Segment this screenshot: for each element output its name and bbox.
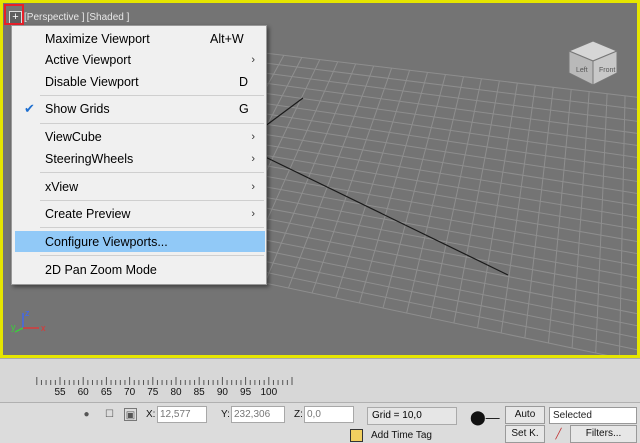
z-coord-field[interactable]: 0,0 xyxy=(304,406,354,423)
timeline-tick-label: 90 xyxy=(216,387,228,398)
grid-line xyxy=(524,87,554,339)
viewport-context-menu: Maximize Viewport Alt+W Active Viewport … xyxy=(11,25,267,285)
menu-item-configure-viewports[interactable]: Configure Viewports... xyxy=(15,231,265,252)
menu-separator xyxy=(40,95,264,96)
menu-item-label: SteeringWheels xyxy=(45,151,134,166)
timeline-tick-label: 55 xyxy=(54,387,66,398)
menu-separator xyxy=(40,172,264,173)
menu-item-disable-viewport[interactable]: Disable Viewport D xyxy=(15,71,265,92)
timeline-tick-label: 85 xyxy=(193,387,205,398)
set-key-button[interactable]: Set K. xyxy=(505,425,545,443)
status-bar: ● ☐ ▣ X: 12,577 Y: 232,306 Z: 0,0 Grid =… xyxy=(0,402,640,443)
menu-item-label: 2D Pan Zoom Mode xyxy=(45,262,157,277)
menu-separator xyxy=(40,255,264,256)
menu-item-label: Configure Viewports... xyxy=(45,234,168,249)
grid-line xyxy=(547,89,572,344)
menu-item-steeringwheels[interactable]: SteeringWheels › xyxy=(15,148,265,169)
grid-line xyxy=(500,85,536,334)
key-icon[interactable]: ⬤― xyxy=(470,410,500,424)
filters-button[interactable]: Filters... xyxy=(570,425,637,443)
viewcube-front-label: Front xyxy=(599,67,615,74)
menu-item-shortcut: D xyxy=(239,74,249,89)
menu-item-viewcube[interactable]: ViewCube › xyxy=(15,126,265,147)
grid-spacing-readout: Grid = 10,0 xyxy=(367,407,457,425)
submenu-arrow-icon: › xyxy=(251,152,255,165)
viewport-point-of-view-label[interactable]: [Perspective ] xyxy=(24,12,85,23)
menu-separator xyxy=(40,200,264,201)
viewcube-icon[interactable]: Left Front xyxy=(563,39,623,89)
menu-item-2d-pan-zoom-mode[interactable]: 2D Pan Zoom Mode xyxy=(15,259,265,280)
add-time-tag-button[interactable]: Add Time Tag xyxy=(367,427,457,443)
menu-item-label: ViewCube xyxy=(45,129,102,144)
timeline-tick-label: 80 xyxy=(170,387,182,398)
grid-line xyxy=(429,78,482,319)
timeline-tick-label: 60 xyxy=(77,387,89,398)
menu-item-maximize-viewport[interactable]: Maximize Viewport Alt+W xyxy=(15,28,265,49)
y-coord-label: Y: xyxy=(221,409,230,420)
submenu-arrow-icon: › xyxy=(251,53,255,66)
y-coord-field[interactable]: 232,306 xyxy=(231,406,285,423)
timeline-track-bar[interactable]: 55 60 65 70 75 80 85 90 95 100 xyxy=(0,358,640,402)
menu-item-label: Show Grids xyxy=(45,101,110,116)
menu-separator xyxy=(40,227,264,228)
submenu-arrow-icon: › xyxy=(251,180,255,193)
menu-item-label: Maximize Viewport xyxy=(45,31,150,46)
menu-item-create-preview[interactable]: Create Preview › xyxy=(15,203,265,224)
submenu-arrow-icon: › xyxy=(251,130,255,143)
x-coord-field[interactable]: 12,577 xyxy=(157,406,207,423)
submenu-arrow-icon: › xyxy=(251,207,255,220)
time-tag-icon[interactable] xyxy=(350,429,363,442)
checkmark-icon: ✔ xyxy=(24,100,35,116)
timeline-tick-label: 100 xyxy=(260,387,278,398)
lock-selection-icon[interactable]: ☐ xyxy=(103,408,116,421)
axis-y-label: y xyxy=(11,322,16,332)
grid-line xyxy=(453,80,500,324)
grid-line xyxy=(477,82,518,329)
isolate-selection-icon[interactable]: ● xyxy=(80,408,93,421)
timeline-tick-label: 75 xyxy=(147,387,159,398)
timeline-ticks xyxy=(36,377,293,385)
viewport-shading-label[interactable]: [Shaded ] xyxy=(87,12,130,23)
menu-item-xview[interactable]: xView › xyxy=(15,176,265,197)
menu-item-shortcut: Alt+W xyxy=(210,31,244,46)
x-coord-label: X: xyxy=(146,409,156,420)
grid-line xyxy=(595,93,608,354)
menu-item-label: xView xyxy=(45,179,79,194)
menu-item-shortcut: G xyxy=(239,101,249,116)
axis-z-label: z xyxy=(25,308,30,318)
z-coord-label: Z: xyxy=(294,409,303,420)
menu-separator xyxy=(40,123,264,124)
viewport-label-bar: + [Perspective ] [Shaded ] xyxy=(9,9,129,25)
menu-item-show-grids[interactable]: ✔ Show Grids G xyxy=(15,98,265,119)
menu-item-active-viewport[interactable]: Active Viewport › xyxy=(15,49,265,70)
timeline-tick-label: 95 xyxy=(240,387,252,398)
menu-item-label: Create Preview xyxy=(45,206,131,221)
grid-line xyxy=(202,123,637,194)
auto-key-button[interactable]: Auto xyxy=(505,406,545,424)
axis-x-label: x xyxy=(41,323,46,333)
grid-line xyxy=(571,91,590,349)
axis-tripod-icon: z y x xyxy=(11,308,46,333)
timeline-tick-label: 65 xyxy=(100,387,112,398)
key-filter-selection-dropdown[interactable]: Selected xyxy=(549,407,637,424)
viewcube-left-label: Left xyxy=(576,67,588,74)
timeline-tick-label: 70 xyxy=(124,387,136,398)
tangent-curve-icon[interactable]: ╱ xyxy=(552,428,565,441)
annotation-highlight-box xyxy=(4,4,24,25)
menu-item-label: Active Viewport xyxy=(45,52,131,67)
menu-item-label: Disable Viewport xyxy=(45,74,139,89)
absolute-mode-icon[interactable]: ▣ xyxy=(124,408,137,421)
